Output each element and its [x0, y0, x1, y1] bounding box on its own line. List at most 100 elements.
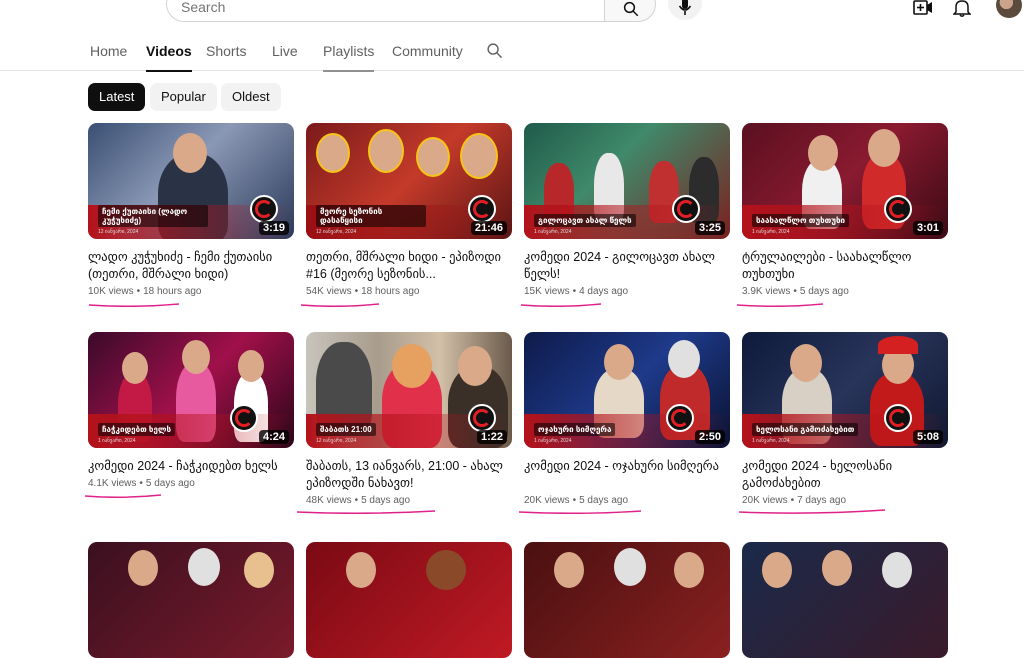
upload-age: 5 days ago: [361, 495, 411, 506]
video-thumbnail[interactable]: [524, 542, 730, 658]
video-card[interactable]: ხელოსანი გამოძახებით 1 იანვარი, 2024 5:0…: [738, 332, 948, 514]
annotation-underline: [736, 303, 824, 307]
video-title[interactable]: კომედი 2024 - ხელოსანი გამოძახებით: [742, 458, 948, 492]
view-count: 4.1K views: [88, 478, 137, 489]
tab-playlists[interactable]: Playlists: [323, 43, 375, 72]
video-thumbnail[interactable]: მეორე სეზონის დასაწყისი 12 იანვარი, 2024…: [306, 123, 512, 239]
view-count: 20K views: [524, 495, 570, 506]
channel-search-icon[interactable]: [486, 42, 503, 59]
tab-live[interactable]: Live: [272, 43, 298, 71]
annotation-underline: [88, 303, 180, 307]
thumbnail-caption: მეორე სეზონის დასაწყისი: [316, 205, 426, 227]
video-meta: 4.1K views • 5 days ago: [88, 478, 195, 489]
upload-age: 5 days ago: [799, 286, 849, 297]
channel-logo: [468, 404, 496, 432]
voice-search-button[interactable]: [668, 0, 702, 20]
video-duration: 21:46: [470, 221, 507, 235]
chip-popular[interactable]: Popular: [150, 83, 217, 111]
video-card[interactable]: [742, 542, 948, 658]
view-count: 15K views: [524, 286, 570, 297]
search-input[interactable]: [181, 0, 561, 15]
video-thumbnail[interactable]: საახალწლო თუხთუხი 1 იანვარი, 2024 3:01: [742, 123, 948, 239]
thumbnail-caption: საახალწლო თუხთუხი: [752, 214, 850, 227]
video-thumbnail[interactable]: გილოცავთ ახალ წელს 1 იანვარი, 2024 3:25: [524, 123, 730, 239]
view-count: 20K views: [742, 495, 788, 506]
thumbnail-caption: გილოცავთ ახალ წელს: [534, 214, 636, 227]
video-card[interactable]: ოჯახური სიმღერა 1 იანვარი, 2024 2:50 კომ…: [518, 332, 730, 514]
search-button[interactable]: [604, 0, 656, 22]
video-meta: 15K views • 4 days ago: [524, 286, 629, 297]
video-meta: 48K views • 5 days ago: [306, 495, 411, 506]
chip-oldest[interactable]: Oldest: [221, 83, 281, 111]
upload-age: 18 hours ago: [143, 286, 202, 297]
video-thumbnail[interactable]: ოჯახური სიმღერა 1 იანვარი, 2024 2:50: [524, 332, 730, 448]
video-card[interactable]: საახალწლო თუხთუხი 1 იანვარი, 2024 3:01 ტ…: [736, 123, 948, 307]
video-title[interactable]: კომედი 2024 - ოჯახური სიმღერა: [524, 458, 730, 492]
avatar[interactable]: [996, 0, 1022, 18]
thumbnail-date: 1 იანვარი, 2024: [752, 229, 790, 235]
video-meta: 54K views • 18 hours ago: [306, 286, 420, 297]
create-video-icon[interactable]: [913, 0, 933, 16]
bell-icon[interactable]: [953, 0, 971, 17]
video-card[interactable]: [306, 542, 512, 658]
video-title[interactable]: შაბათს, 13 იანვარს, 21:00 - ახალ ეპიზოდშ…: [306, 458, 512, 492]
search-box[interactable]: [166, 0, 606, 22]
video-thumbnail[interactable]: შაბათს 21:00 12 იანვარი, 2024 1:22: [306, 332, 512, 448]
video-title[interactable]: თეთრი, მშრალი ხიდი - ეპიზოდი #16 (მეორე …: [306, 249, 512, 283]
view-count: 3.9K views: [742, 286, 791, 297]
video-card[interactable]: ჩემი ქუთაისი (ლადო კუჭუხიძე) 12 იანვარი,…: [88, 123, 294, 307]
search-icon: [623, 1, 639, 17]
video-meta: 20K views • 7 days ago: [742, 495, 847, 506]
tab-videos[interactable]: Videos: [146, 43, 192, 72]
mic-icon: [678, 0, 692, 15]
channel-logo: [230, 404, 258, 432]
video-duration: 5:08: [912, 430, 943, 444]
video-card[interactable]: გილოცავთ ახალ წელს 1 იანვარი, 2024 3:25 …: [520, 123, 730, 307]
thumbnail-date: 1 იანვარი, 2024: [98, 438, 136, 444]
upload-age: 5 days ago: [579, 495, 629, 506]
video-duration: 3:19: [258, 221, 289, 235]
channel-logo: [468, 195, 496, 223]
thumbnail-date: 1 იანვარი, 2024: [752, 438, 790, 444]
tab-home[interactable]: Home: [90, 43, 127, 71]
video-thumbnail[interactable]: [742, 542, 948, 658]
tab-community[interactable]: Community: [392, 43, 463, 71]
thumbnail-date: 1 იანვარი, 2024: [534, 438, 572, 444]
video-title[interactable]: კომედი 2024 - ჩაჭკიდებთ ხელს: [88, 458, 294, 475]
video-duration: 4:24: [258, 430, 289, 444]
channel-logo: [672, 195, 700, 223]
view-count: 10K views: [88, 286, 134, 297]
video-duration: 3:01: [912, 221, 943, 235]
channel-logo: [884, 195, 912, 223]
thumbnail-caption: ჩემი ქუთაისი (ლადო კუჭუხიძე): [98, 205, 208, 227]
thumbnail-caption: ოჯახური სიმღერა: [534, 423, 616, 436]
upload-age: 7 days ago: [797, 495, 847, 506]
video-card[interactable]: [524, 542, 730, 658]
video-thumbnail[interactable]: ხელოსანი გამოძახებით 1 იანვარი, 2024 5:0…: [742, 332, 948, 448]
annotation-underline: [520, 303, 602, 307]
video-card[interactable]: შაბათს 21:00 12 იანვარი, 2024 1:22 შაბათ…: [296, 332, 512, 514]
video-thumbnail[interactable]: ჩაჭკიდებთ ხელს 1 იანვარი, 2024 4:24: [88, 332, 294, 448]
video-thumbnail[interactable]: [306, 542, 512, 658]
annotation-underline: [296, 510, 436, 514]
video-thumbnail[interactable]: ჩემი ქუთაისი (ლადო კუჭუხიძე) 12 იანვარი,…: [88, 123, 294, 239]
thumbnail-caption: შაბათს 21:00: [316, 423, 376, 436]
tab-shorts[interactable]: Shorts: [206, 43, 246, 71]
video-card[interactable]: ჩაჭკიდებთ ხელს 1 იანვარი, 2024 4:24 კომე…: [84, 332, 294, 498]
chip-latest[interactable]: Latest: [88, 83, 146, 111]
video-meta: 3.9K views • 5 days ago: [742, 286, 849, 297]
video-card[interactable]: [88, 542, 294, 658]
upload-age: 18 hours ago: [361, 286, 420, 297]
video-card[interactable]: მეორე სეზონის დასაწყისი 12 იანვარი, 2024…: [300, 123, 512, 307]
channel-logo: [884, 404, 912, 432]
video-title[interactable]: ლადო კუჭუხიძე - ჩემი ქუთაისი (თეთრი, მშრ…: [88, 249, 294, 283]
video-meta: 20K views • 5 days ago: [524, 495, 629, 506]
annotation-underline: [84, 494, 162, 498]
video-title[interactable]: კომედი 2024 - გილოცავთ ახალ წელს!: [524, 249, 730, 283]
masthead: [0, 0, 1024, 30]
upload-age: 4 days ago: [579, 286, 629, 297]
video-thumbnail[interactable]: [88, 542, 294, 658]
thumbnail-date: 1 იანვარი, 2024: [534, 229, 572, 235]
annotation-underline: [300, 303, 380, 307]
video-title[interactable]: ტრულაილები - საახალწლო თუხთუხი: [742, 249, 948, 283]
